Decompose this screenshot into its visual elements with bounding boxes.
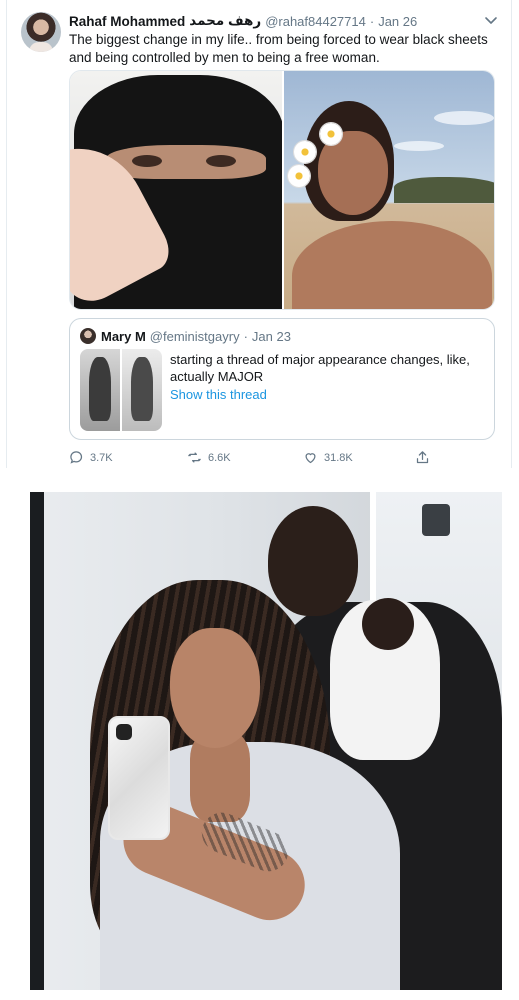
quoted-tweet-header: Mary M @feministgayry · Jan 23 (80, 328, 291, 344)
tweet-card[interactable]: Rahaf Mohammed رهف محمد @rahaf84427714 ·… (6, 0, 512, 468)
door-lock (422, 504, 450, 536)
author-name[interactable]: Rahaf Mohammed (69, 14, 185, 29)
share-button[interactable] (415, 450, 436, 465)
show-thread-link[interactable]: Show this thread (170, 387, 267, 402)
quoted-tweet-media (80, 349, 162, 431)
like-button[interactable]: 31.8K (303, 450, 353, 465)
chevron-down-icon[interactable] (483, 12, 499, 28)
phone (108, 716, 170, 840)
tweet-date[interactable]: Jan 26 (378, 14, 417, 29)
reply-count: 3.7K (90, 451, 113, 464)
quoted-thumb-1 (80, 349, 120, 431)
tweet-media[interactable] (69, 70, 495, 310)
tweet-header: Rahaf Mohammed رهف محمد @rahaf84427714 ·… (69, 12, 499, 30)
header-separator: · (369, 13, 375, 29)
author-name-arabic[interactable]: رهف محمد (189, 13, 261, 29)
quoted-author-avatar (80, 328, 96, 344)
like-count: 31.8K (324, 451, 353, 464)
author-avatar[interactable] (21, 12, 61, 52)
quoted-author-name: Mary M (101, 328, 146, 344)
quoted-header-separator: · (243, 328, 248, 344)
retweet-icon (188, 452, 201, 463)
heart-icon (305, 453, 316, 464)
retweet-count: 6.6K (208, 451, 231, 464)
family-mirror-selfie-photo (30, 492, 502, 990)
share-icon (416, 451, 429, 464)
before-photo[interactable] (70, 71, 282, 309)
author-handle[interactable]: @rahaf84427714 (265, 14, 366, 29)
quoted-tweet-date: Jan 23 (251, 328, 291, 344)
reply-icon (70, 451, 83, 464)
retweet-button[interactable]: 6.6K (187, 450, 231, 465)
after-photo[interactable] (284, 71, 494, 309)
quoted-tweet[interactable]: Mary M @feministgayry · Jan 23 starting … (69, 318, 495, 440)
quoted-tweet-text: starting a thread of major appearance ch… (170, 352, 470, 384)
quoted-thumb-2 (122, 349, 162, 431)
tweet-actions: 3.7K 6.6K 31.8K (69, 450, 495, 468)
quoted-author-handle: @feministgayry (149, 328, 240, 344)
tweet-text: The biggest change in my life.. from bei… (69, 32, 488, 65)
reply-button[interactable]: 3.7K (69, 450, 113, 465)
